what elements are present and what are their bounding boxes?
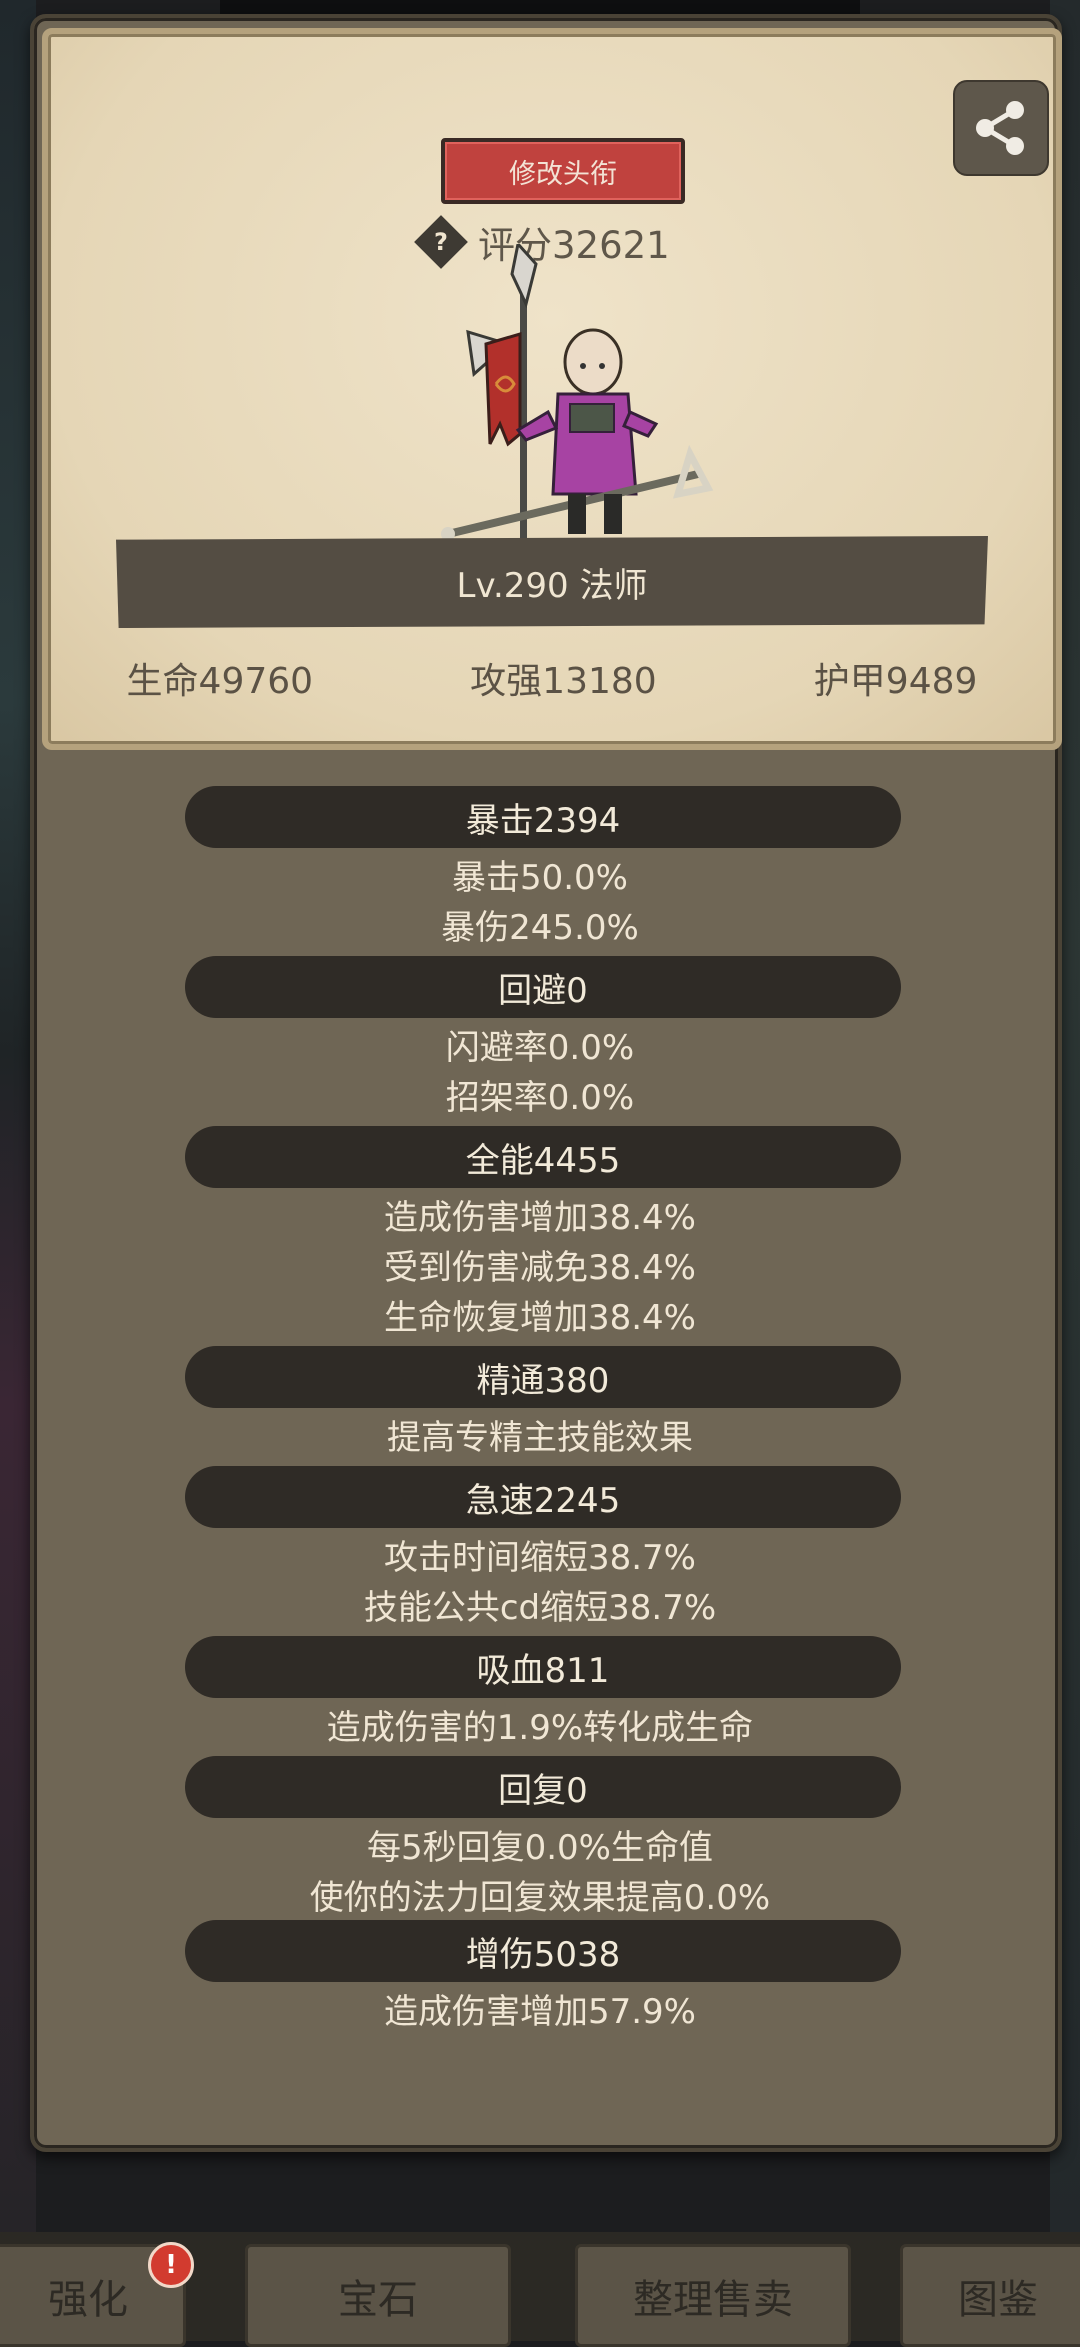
attack-stat: 攻强13180	[470, 661, 657, 702]
sort-sell-button[interactable]: 整理售卖	[575, 2244, 851, 2347]
section-regen-header: 回复0	[185, 1756, 901, 1818]
hp-stat: 生命49760	[126, 661, 314, 702]
section-mastery-line: 提高专精主技能效果	[387, 1418, 693, 1458]
section-versatility-line: 受到伤害减免38.4%	[383, 1248, 696, 1288]
section-lifesteal-line: 造成伤害的1.9%转化成生命	[326, 1708, 754, 1748]
hero-figure	[441, 244, 714, 544]
section-regen-line: 使你的法力回复效果提高0.0%	[309, 1878, 771, 1918]
section-crit-header: 暴击2394	[185, 786, 901, 848]
section-avoid-line: 闪避率0.0%	[445, 1028, 635, 1068]
section-mastery-header: 精通380	[185, 1346, 901, 1408]
section-avoid-header: 回避0	[185, 956, 901, 1018]
codex-button[interactable]: 图鉴	[900, 2244, 1080, 2347]
base-stats-row: 生命49760 攻强13180 护甲9489	[48, 652, 1056, 704]
edit-title-button[interactable]: 修改头衔	[441, 138, 685, 204]
character-card: 修改头衔 ? 评分32621 Lv.290 法师 生命49760 攻强13180…	[42, 28, 1062, 750]
gems-button[interactable]: 宝石	[245, 2244, 511, 2347]
section-haste-line: 攻击时间缩短38.7%	[383, 1538, 696, 1578]
section-haste-line: 技能公共cd缩短38.7%	[363, 1588, 717, 1628]
section-damage-bonus-header: 增伤5038	[185, 1920, 901, 1982]
section-lifesteal-header: 吸血811	[185, 1636, 901, 1698]
section-versatility-line: 造成伤害增加38.4%	[383, 1198, 696, 1238]
armor-stat: 护甲9489	[813, 661, 978, 702]
section-crit-line: 暴击50.0%	[451, 858, 628, 898]
section-avoid-line: 招架率0.0%	[445, 1078, 635, 1118]
section-haste-header: 急速2245	[185, 1466, 901, 1528]
section-regen-line: 每5秒回复0.0%生命值	[366, 1828, 713, 1868]
section-damage-bonus-line: 造成伤害增加57.9%	[383, 1992, 696, 2032]
section-versatility-header: 全能4455	[185, 1126, 901, 1188]
section-versatility-line: 生命恢复增加38.4%	[383, 1298, 696, 1338]
level-class-bar: Lv.290 法师	[116, 536, 988, 628]
enhance-alert-icon: !	[148, 2242, 194, 2288]
share-icon	[976, 101, 1024, 155]
section-crit-line: 暴伤245.0%	[441, 908, 639, 948]
share-button[interactable]	[953, 80, 1049, 176]
